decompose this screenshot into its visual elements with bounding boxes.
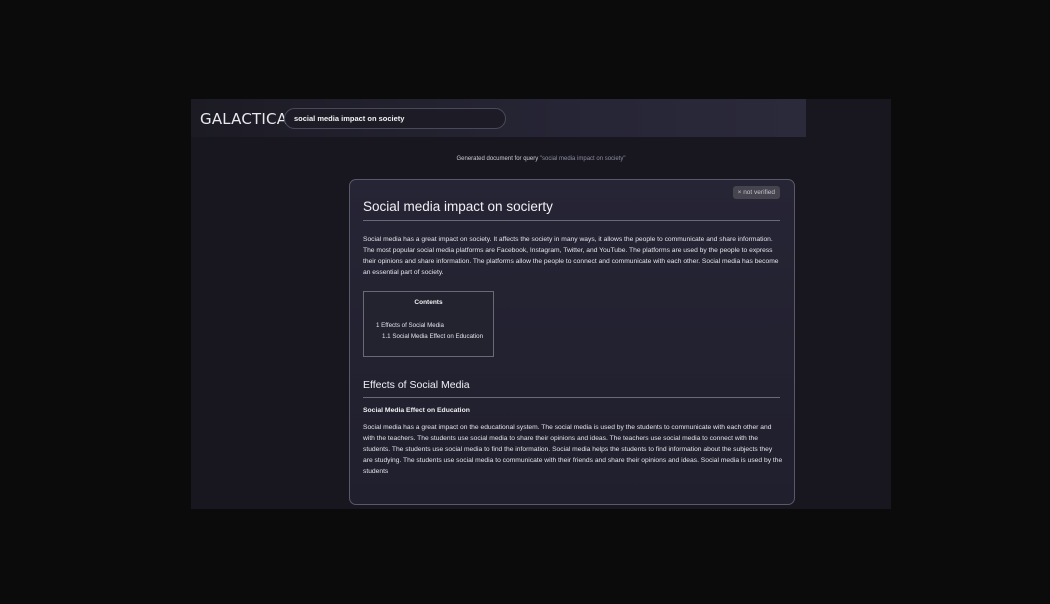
galactica-app: GALACTICA Generated document for query "…: [191, 99, 891, 509]
toc-item-effects[interactable]: 1 Effects of Social Media: [376, 322, 444, 329]
intro-paragraph: Social media has a great impact on socie…: [363, 236, 779, 277]
search-input[interactable]: [294, 111, 494, 126]
generated-caption-prefix: Generated document for query: [456, 156, 540, 162]
generated-caption: Generated document for query "social med…: [191, 156, 891, 162]
galactica-logo[interactable]: GALACTICA: [200, 110, 287, 128]
search-box[interactable]: [284, 108, 506, 129]
document-title: Social media impact on socierty: [363, 199, 553, 214]
document-card: × not verified Social media impact on so…: [349, 179, 795, 505]
table-of-contents: Contents 1 Effects of Social Media 1.1 S…: [363, 291, 494, 357]
toc-item-education[interactable]: 1.1 Social Media Effect on Education: [382, 333, 483, 340]
top-bar: GALACTICA: [191, 99, 806, 137]
toc-title: Contents: [414, 299, 443, 306]
section-heading: Effects of Social Media: [363, 379, 470, 391]
subsection-heading: Social Media Effect on Education: [363, 407, 470, 414]
section-paragraph: Social media has a great impact on the e…: [363, 424, 783, 476]
generated-caption-query: "social media impact on society": [539, 156, 626, 162]
section-divider: [363, 397, 780, 398]
not-verified-badge[interactable]: × not verified: [732, 186, 780, 199]
title-divider: [363, 220, 780, 221]
